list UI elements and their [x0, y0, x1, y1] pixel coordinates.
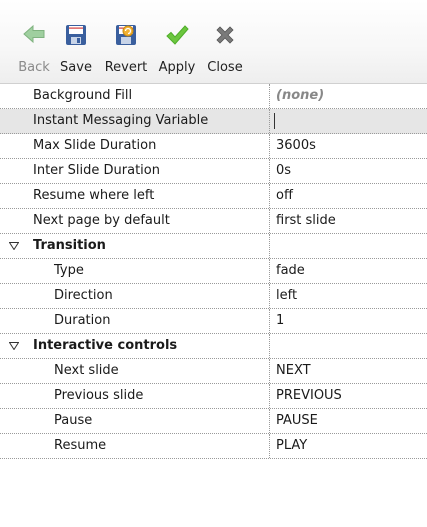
property-name: Type [54, 263, 84, 278]
group-row-transition[interactable]: Transition [0, 234, 427, 259]
property-grid: Background Fill (none) Instant Messaging… [0, 84, 427, 459]
floppy-disk-icon [66, 25, 86, 45]
property-value[interactable]: PLAY [276, 434, 426, 458]
property-value[interactable]: NEXT [276, 359, 426, 383]
property-value[interactable]: (none) [276, 84, 426, 108]
column-divider [269, 134, 270, 158]
property-row-transition-type[interactable]: Type fade [0, 259, 427, 284]
property-name: Max Slide Duration [33, 138, 157, 153]
property-name: Background Fill [33, 88, 133, 103]
property-value[interactable]: 1 [276, 309, 426, 333]
property-name: Next slide [54, 363, 119, 378]
group-row-interactive-controls[interactable]: Interactive controls [0, 334, 427, 359]
property-row-inter-slide-duration[interactable]: Inter Slide Duration 0s [0, 159, 427, 184]
column-divider [269, 334, 270, 358]
property-name: Resume [54, 438, 107, 453]
save-button[interactable]: Save [56, 0, 96, 83]
group-label: Interactive controls [33, 338, 178, 353]
property-row-instant-messaging-variable[interactable]: Instant Messaging Variable [0, 109, 427, 134]
property-row-resume[interactable]: Resume PLAY [0, 434, 427, 459]
properties-window: Back Save Revert Apply Close Background … [0, 0, 427, 527]
back-arrow-icon [23, 24, 45, 44]
property-value[interactable]: 3600s [276, 134, 426, 158]
instant-messaging-variable-input[interactable] [274, 113, 427, 129]
column-divider [269, 259, 270, 283]
back-button[interactable]: Back [16, 0, 52, 83]
property-row-max-slide-duration[interactable]: Max Slide Duration 3600s [0, 134, 427, 159]
property-value[interactable]: PREVIOUS [276, 384, 426, 408]
column-divider [269, 434, 270, 458]
checkmark-icon [166, 25, 189, 45]
property-row-previous-slide[interactable]: Previous slide PREVIOUS [0, 384, 427, 409]
property-row-pause[interactable]: Pause PAUSE [0, 409, 427, 434]
close-x-icon [216, 26, 234, 44]
property-name: Previous slide [54, 388, 144, 403]
apply-label: Apply [158, 60, 196, 75]
column-divider [269, 209, 270, 233]
column-divider [269, 184, 270, 208]
column-divider [269, 84, 270, 108]
property-value[interactable]: fade [276, 259, 426, 283]
property-value[interactable]: PAUSE [276, 409, 426, 433]
property-row-next-page-by-default[interactable]: Next page by default first slide [0, 209, 427, 234]
column-divider [269, 284, 270, 308]
column-divider [269, 409, 270, 433]
property-name: Pause [54, 413, 93, 428]
revert-disk-icon [116, 25, 136, 45]
property-name: Inter Slide Duration [33, 163, 160, 178]
property-value[interactable]: 0s [276, 159, 426, 183]
column-divider [269, 159, 270, 183]
property-value[interactable]: off [276, 184, 426, 208]
property-value[interactable]: first slide [276, 209, 426, 233]
property-name: Next page by default [33, 213, 170, 228]
property-row-transition-duration[interactable]: Duration 1 [0, 309, 427, 334]
property-row-resume-where-left[interactable]: Resume where left off [0, 184, 427, 209]
column-divider [269, 384, 270, 408]
property-row-transition-direction[interactable]: Direction left [0, 284, 427, 309]
column-divider [269, 359, 270, 383]
column-divider [269, 109, 270, 133]
property-name: Instant Messaging Variable [33, 113, 209, 128]
property-row-next-slide[interactable]: Next slide NEXT [0, 359, 427, 384]
revert-button[interactable]: Revert [100, 0, 152, 83]
apply-button[interactable]: Apply [154, 0, 200, 83]
column-divider [269, 234, 270, 258]
column-divider [269, 309, 270, 333]
property-name: Duration [54, 313, 111, 328]
property-name: Direction [54, 288, 113, 303]
close-button[interactable]: Close [202, 0, 248, 83]
close-label: Close [207, 60, 243, 75]
property-name: Resume where left [33, 188, 155, 203]
save-label: Save [60, 60, 92, 75]
revert-label: Revert [104, 60, 148, 75]
back-label: Back [18, 60, 50, 75]
toolbar: Back Save Revert Apply Close [0, 0, 427, 84]
property-value[interactable]: left [276, 284, 426, 308]
property-row-background-fill[interactable]: Background Fill (none) [0, 84, 427, 109]
group-label: Transition [33, 238, 106, 253]
